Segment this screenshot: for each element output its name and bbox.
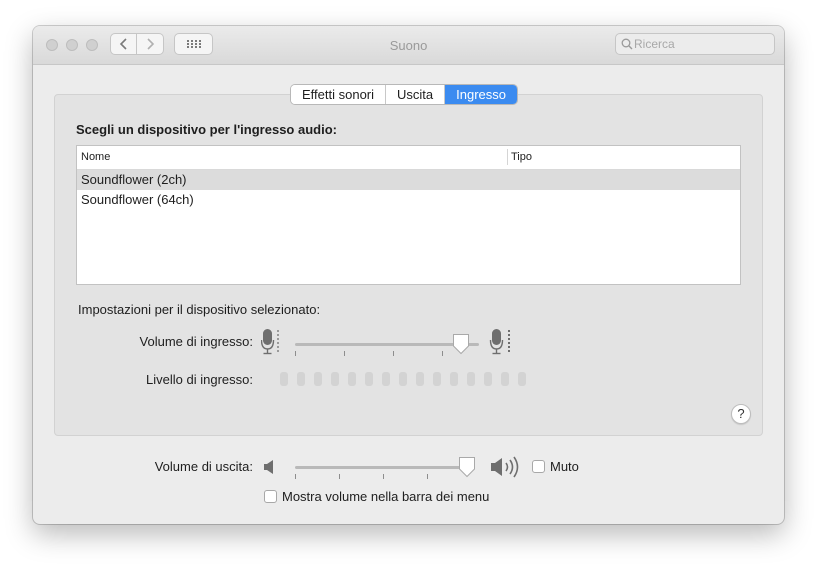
- tick-mark: [383, 474, 384, 479]
- level-segment: [484, 372, 492, 386]
- show-volume-in-menu-bar-label: Mostra volume nella barra dei menu: [282, 489, 490, 504]
- level-segment: [399, 372, 407, 386]
- table-header: Nome Tipo: [77, 146, 740, 170]
- table-row[interactable]: Soundflower (64ch): [77, 190, 740, 210]
- system-preferences-window: Suono Effetti sonori Uscita Ingresso Sce…: [33, 26, 784, 524]
- level-segment: [314, 372, 322, 386]
- output-volume-ticks: [295, 474, 471, 480]
- level-segment: [382, 372, 390, 386]
- column-header-type[interactable]: Tipo: [511, 151, 532, 163]
- tick-mark: [344, 351, 345, 356]
- tick-mark: [295, 351, 296, 356]
- search-input[interactable]: [634, 36, 769, 52]
- tab-sound-effects[interactable]: Effetti sonori: [291, 85, 387, 104]
- level-segment: [518, 372, 526, 386]
- tick-mark: [295, 474, 296, 479]
- search-icon: [621, 38, 633, 50]
- speaker-low-icon: [264, 460, 273, 474]
- tab-input[interactable]: Ingresso: [445, 85, 518, 104]
- show-volume-in-menu-bar-checkbox[interactable]: [264, 490, 277, 503]
- table-row[interactable]: Soundflower (2ch): [77, 170, 740, 190]
- level-segment: [348, 372, 356, 386]
- column-header-name[interactable]: Nome: [81, 151, 110, 163]
- level-segment: [280, 372, 288, 386]
- speaker-high-icon: [491, 456, 519, 478]
- tick-mark: [442, 351, 443, 356]
- input-level-label: Livello di ingresso:: [146, 372, 253, 387]
- choose-device-label: Scegli un dispositivo per l'ingresso aud…: [76, 122, 337, 137]
- microphone-low-icon: [261, 329, 279, 355]
- title-bar: Suono: [33, 26, 784, 65]
- device-name: Soundflower (64ch): [81, 192, 194, 207]
- level-segment: [331, 372, 339, 386]
- input-volume-ticks: [295, 351, 479, 357]
- device-name: Soundflower (2ch): [81, 172, 187, 187]
- device-settings-label: Impostazioni per il dispositivo selezion…: [78, 302, 321, 317]
- level-segment: [416, 372, 424, 386]
- help-button[interactable]: ?: [731, 404, 751, 424]
- level-segment: [501, 372, 509, 386]
- output-volume-slider[interactable]: [295, 466, 471, 469]
- level-segment: [467, 372, 475, 386]
- level-segment: [297, 372, 305, 386]
- mute-label: Muto: [550, 459, 579, 474]
- level-segment: [450, 372, 458, 386]
- tab-output[interactable]: Uscita: [386, 85, 446, 104]
- input-volume-label: Volume di ingresso:: [139, 334, 253, 349]
- tab-bar: Effetti sonori Uscita Ingresso: [290, 84, 519, 105]
- level-segment: [433, 372, 441, 386]
- tick-mark: [427, 474, 428, 479]
- search-field[interactable]: [615, 33, 775, 55]
- output-volume-label: Volume di uscita:: [154, 459, 253, 474]
- tick-mark: [393, 351, 394, 356]
- tick-mark: [339, 474, 340, 479]
- mute-checkbox[interactable]: [532, 460, 545, 473]
- column-divider[interactable]: [507, 149, 508, 165]
- microphone-high-icon: [489, 329, 510, 355]
- level-segment: [365, 372, 373, 386]
- device-table[interactable]: Nome Tipo Soundflower (2ch) Soundflower …: [76, 145, 741, 285]
